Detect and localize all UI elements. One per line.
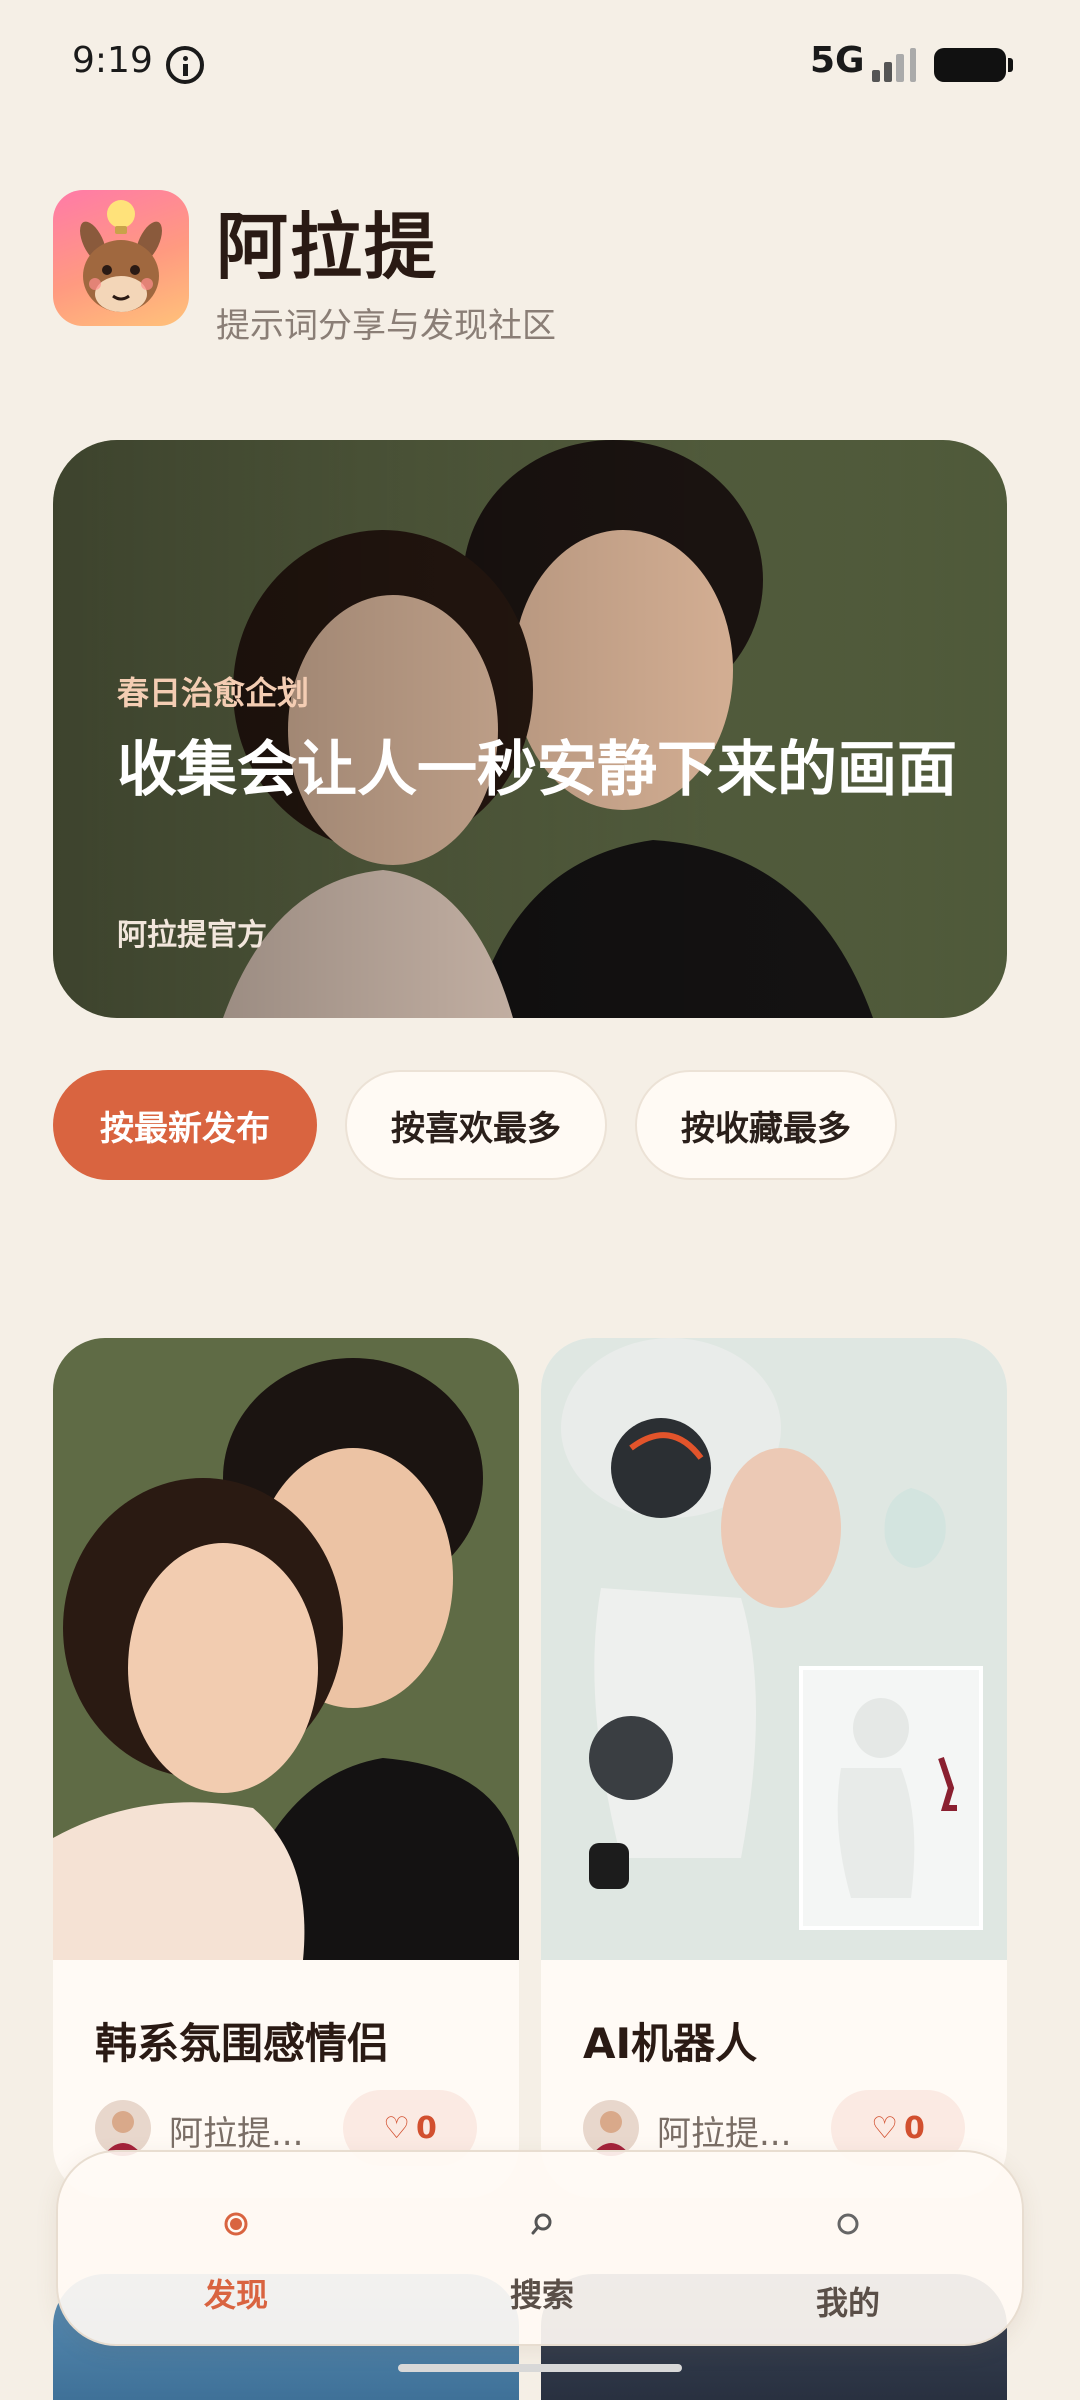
hero-title: 收集会让人一秒安静下来的画面 [117,735,957,805]
hero-banner[interactable]: 春日治愈企划 收集会让人一秒安静下来的画面 阿拉提官方 [53,440,1007,1018]
battery-icon [934,48,1013,82]
screen: 9:19 5G 阿拉提 提示词分享与发现社区 春日治愈企划 收集会让人一秒安静下… [0,0,1080,2400]
info-icon [166,46,204,84]
hero-author: 阿拉提官方 [117,918,267,953]
status-bar: 9:19 5G [0,0,1080,130]
nav-search[interactable]: 搜索 [442,2152,642,2348]
status-time: 9:19 [72,40,153,81]
sort-most-saved-button[interactable]: 按收藏最多 [635,1070,897,1180]
heart-icon: ♡ [871,2110,899,2146]
nav-profile[interactable]: 我的 [748,2152,948,2348]
nav-label: 搜索 [509,2276,574,2314]
discover-icon [224,2212,248,2236]
search-icon [531,2213,552,2235]
author-avatar [583,2100,639,2156]
author-avatar [95,2100,151,2156]
app-logo [53,190,189,326]
nav-label: 发现 [203,2276,268,2314]
app-title: 阿拉提 [216,205,439,289]
sort-most-liked-button[interactable]: 按喜欢最多 [345,1070,607,1180]
hero-tag: 春日治愈企划 [117,674,310,712]
sort-latest-button[interactable]: 按最新发布 [53,1070,317,1180]
prompt-card[interactable]: 韩系氛围感情侣 阿拉提... ♡ 0 [53,1338,519,2198]
card-author: 阿拉提... [657,2114,792,2154]
like-count: 0 [904,2110,925,2146]
home-indicator[interactable] [398,2364,682,2372]
card-title: 韩系氛围感情侣 [95,2019,390,2068]
card-image [541,1338,1007,1960]
card-title: AI机器人 [583,2019,758,2068]
card-image [53,1338,519,1960]
bottom-nav: 发现 搜索 我的 [56,2150,1024,2346]
app-subtitle: 提示词分享与发现社区 [216,306,556,346]
like-count: 0 [416,2110,437,2146]
profile-icon [837,2213,859,2235]
heart-icon: ♡ [383,2110,411,2146]
signal-icon [872,48,922,82]
prompt-card[interactable]: AI机器人 阿拉提... ♡ 0 [541,1338,1007,2198]
nav-discover[interactable]: 发现 [136,2152,336,2348]
network-type: 5G [810,40,865,81]
nav-label: 我的 [815,2284,880,2322]
card-author: 阿拉提... [169,2114,304,2154]
